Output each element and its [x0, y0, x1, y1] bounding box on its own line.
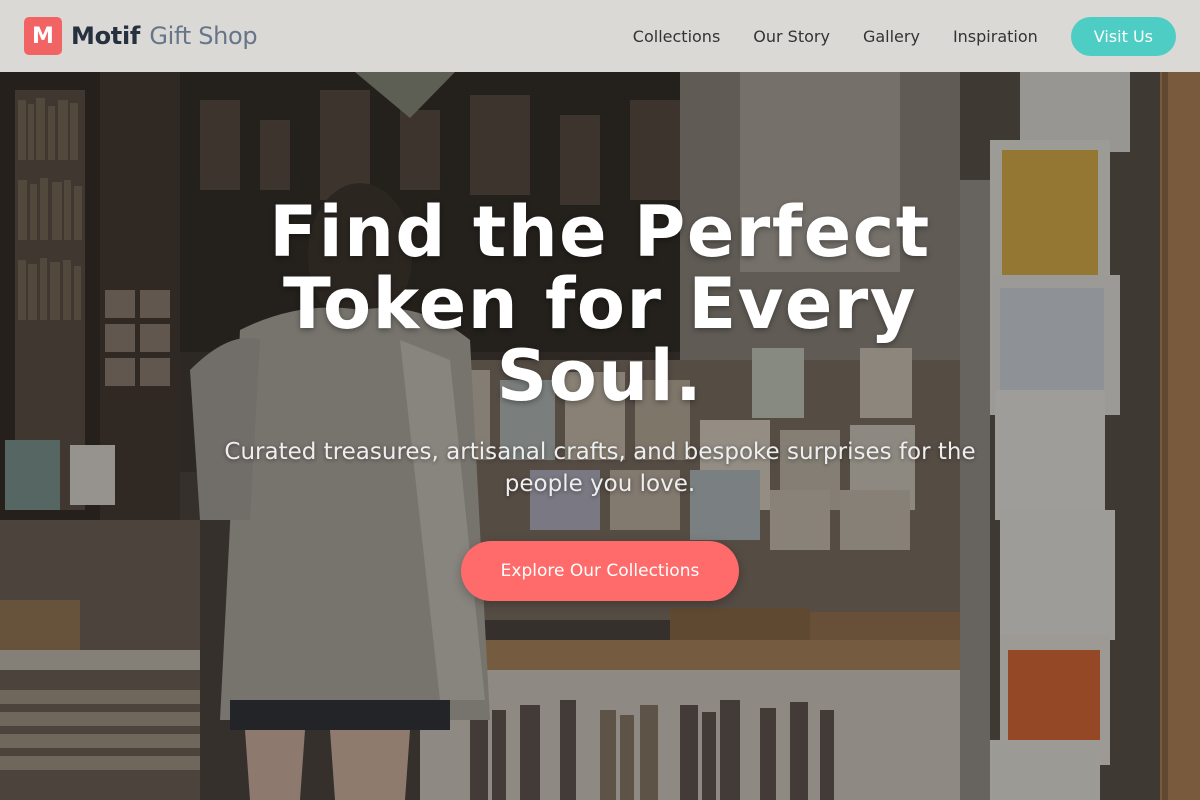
brand-subtitle: Gift Shop: [149, 22, 258, 50]
site-header: M Motif Gift Shop Collections Our Story …: [0, 0, 1200, 72]
page: M Motif Gift Shop Collections Our Story …: [0, 0, 1200, 800]
hero-title: Find the Perfect Token for Every Soul.: [269, 191, 931, 417]
nav-link-collections[interactable]: Collections: [633, 27, 720, 46]
brand-wordmark: Motif Gift Shop: [71, 22, 258, 50]
explore-collections-button[interactable]: Explore Our Collections: [460, 541, 740, 601]
brand-logo[interactable]: M Motif Gift Shop: [24, 17, 258, 55]
hero-subtitle: Curated treasures, artisanal crafts, and…: [224, 439, 976, 497]
visit-us-button[interactable]: Visit Us: [1070, 16, 1176, 56]
nav-link-gallery[interactable]: Gallery: [863, 27, 920, 46]
hero-section: Find the Perfect Token for Every Soul. C…: [0, 196, 1200, 601]
nav-link-our-story[interactable]: Our Story: [753, 27, 830, 46]
brand-name: Motif: [71, 22, 141, 50]
nav-link-inspiration[interactable]: Inspiration: [953, 27, 1038, 46]
logo-mark-icon: M: [24, 17, 62, 55]
main-nav: Collections Our Story Gallery Inspiratio…: [633, 16, 1176, 56]
